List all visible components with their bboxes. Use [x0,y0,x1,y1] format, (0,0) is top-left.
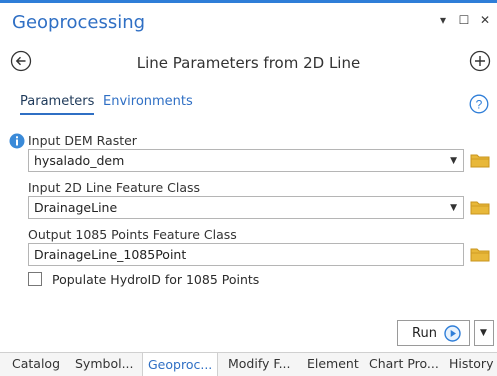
output-points-input[interactable]: DrainageLine_1085Point [28,243,464,266]
run-button[interactable]: Run [397,320,470,346]
close-icon[interactable]: ✕ [479,13,491,27]
folder-browse-icon[interactable] [470,246,490,262]
line-feature-class-label: Input 2D Line Feature Class [28,180,201,195]
dem-raster-value: hysalado_dem [34,153,125,168]
tool-header: Line Parameters from 2D Line [0,42,497,82]
tab-environments[interactable]: Environments [103,94,193,113]
output-points-value: DrainageLine_1085Point [34,247,187,262]
bottom-pane-tabs: Catalog Symbol... Geoproc... Modify F...… [0,352,497,376]
tab-history[interactable]: History [449,356,493,371]
tool-tabs: Parameters Environments ? [0,92,497,120]
output-points-label: Output 1085 Points Feature Class [28,227,237,242]
chevron-down-icon[interactable]: ▼ [450,203,457,213]
info-icon[interactable] [9,133,25,149]
pane-title-bar: Geoprocessing ▾ ☐ ✕ [0,3,497,40]
folder-browse-icon[interactable] [470,152,490,168]
tab-modify-features[interactable]: Modify F... [228,356,291,371]
run-options-dropdown[interactable]: ▼ [474,320,494,346]
tab-element[interactable]: Element [307,356,359,371]
tab-chart-properties[interactable]: Chart Pro... [369,356,439,371]
chevron-down-icon[interactable]: ▼ [450,156,457,166]
pane-title: Geoprocessing [12,12,146,33]
help-icon[interactable]: ? [469,94,489,114]
dem-raster-dropdown[interactable]: hysalado_dem ▼ [28,149,464,172]
line-feature-class-value: DrainageLine [34,200,118,215]
pane-menu-icon[interactable]: ▾ [437,13,449,27]
populate-hydroid-checkbox[interactable] [28,272,42,286]
add-plus-icon[interactable] [469,50,491,72]
svg-text:?: ? [476,98,483,112]
restore-icon[interactable]: ☐ [458,13,470,27]
line-feature-class-dropdown[interactable]: DrainageLine ▼ [28,196,464,219]
tab-symbology[interactable]: Symbol... [75,356,133,371]
tab-parameters[interactable]: Parameters [20,94,95,115]
tab-geoprocessing[interactable]: Geoproc... [142,353,219,376]
run-play-icon [444,325,461,342]
run-label: Run [412,326,437,341]
window-controls: ▾ ☐ ✕ [437,13,491,27]
tab-catalog[interactable]: Catalog [12,356,60,371]
tool-title: Line Parameters from 2D Line [136,54,361,72]
folder-browse-icon[interactable] [470,199,490,215]
dem-raster-label: Input DEM Raster [28,133,137,148]
populate-hydroid-label: Populate HydroID for 1085 Points [52,272,260,287]
chevron-down-icon: ▼ [480,328,487,338]
